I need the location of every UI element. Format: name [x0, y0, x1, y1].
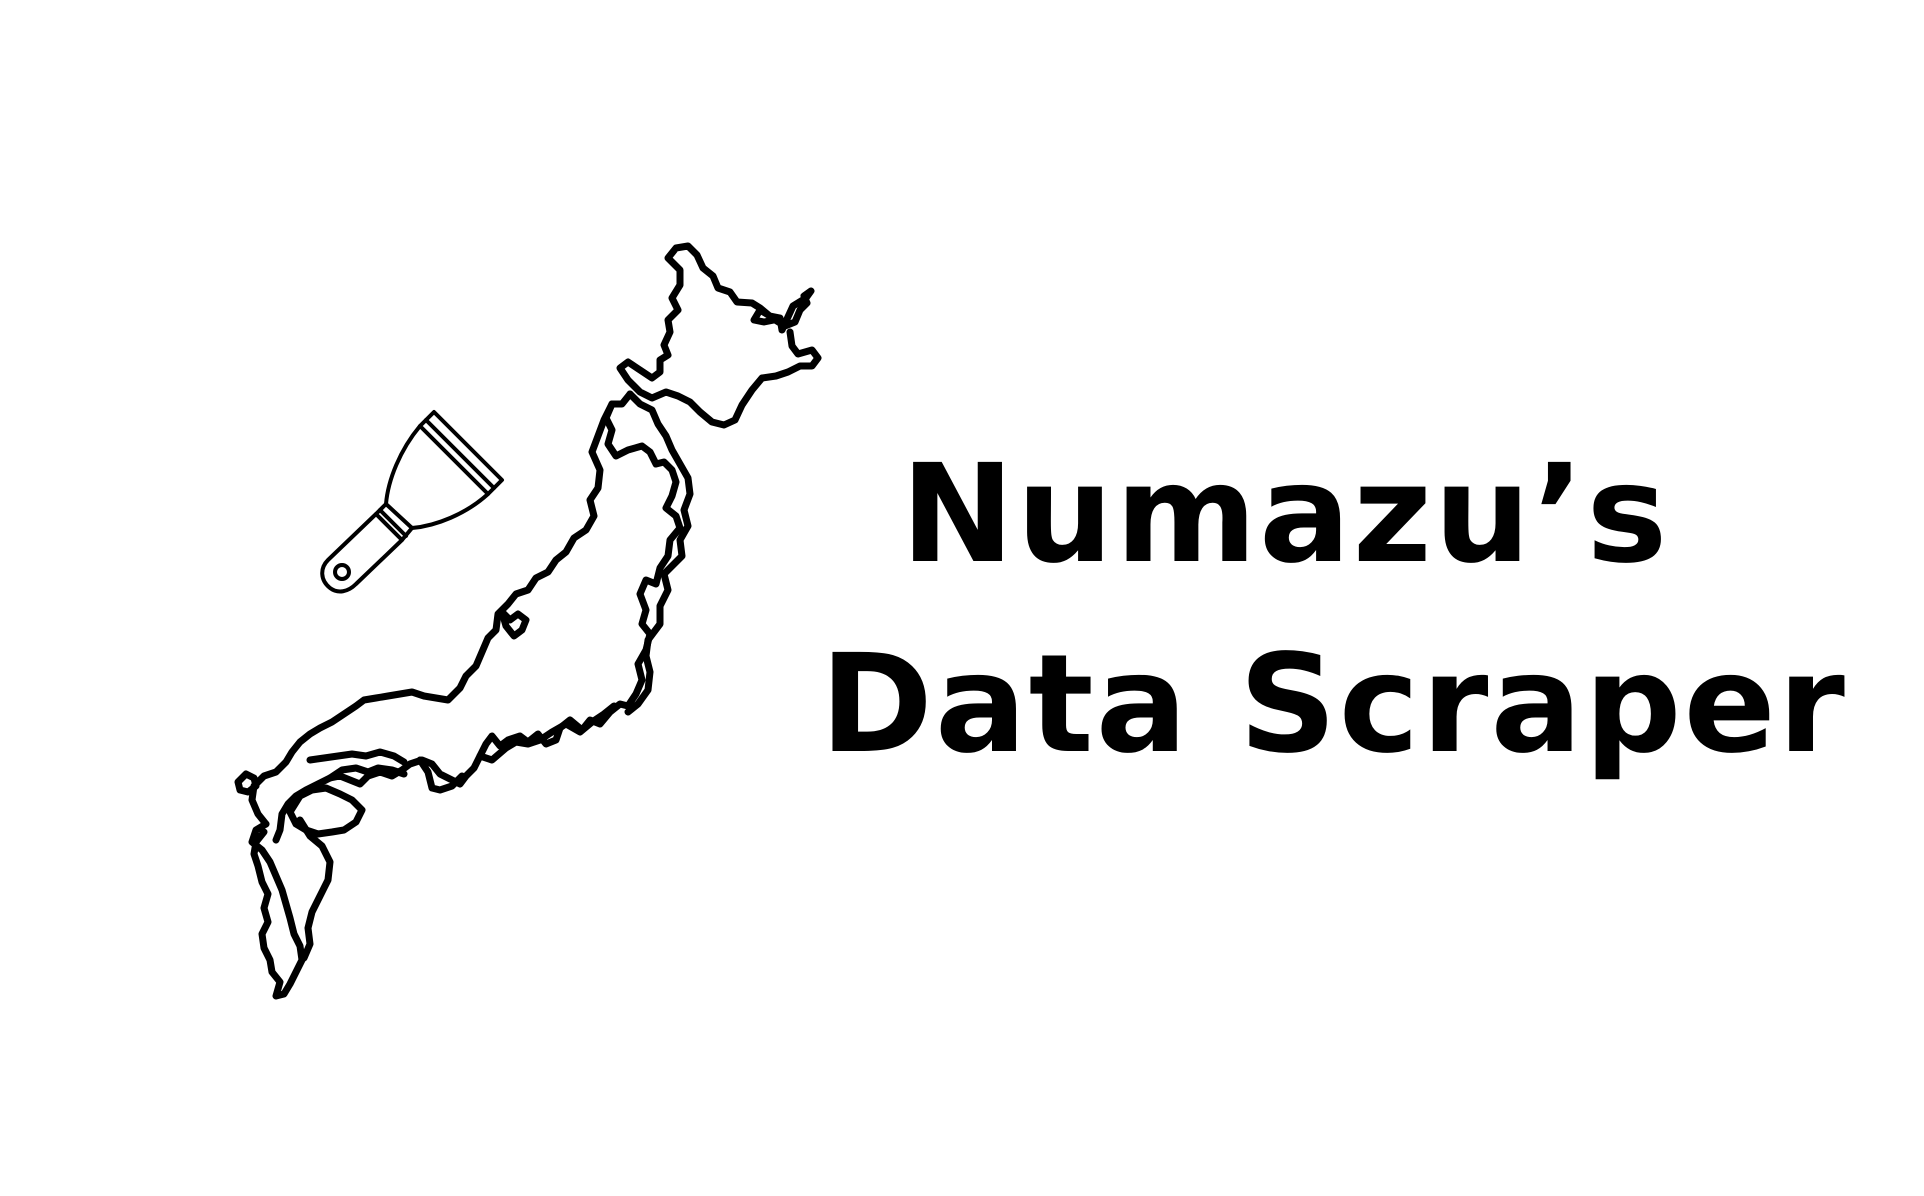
title-line-2: Data Scraper [820, 626, 1847, 784]
hokkaido-path [616, 242, 822, 429]
tsushima-island [234, 770, 260, 796]
title-line-1: Numazu’s [900, 436, 1670, 594]
scraper-handle-hole [333, 563, 351, 581]
scraper-blade-edge [424, 418, 496, 490]
title-block: Numazu’s Data Scraper [820, 420, 1847, 800]
kyushu-east [296, 816, 334, 962]
kyushu-path [248, 820, 306, 1000]
scraper-tool-icon [320, 410, 504, 594]
noto-peninsula [498, 608, 530, 640]
logo-canvas: Numazu’s Data Scraper [0, 0, 1924, 1196]
